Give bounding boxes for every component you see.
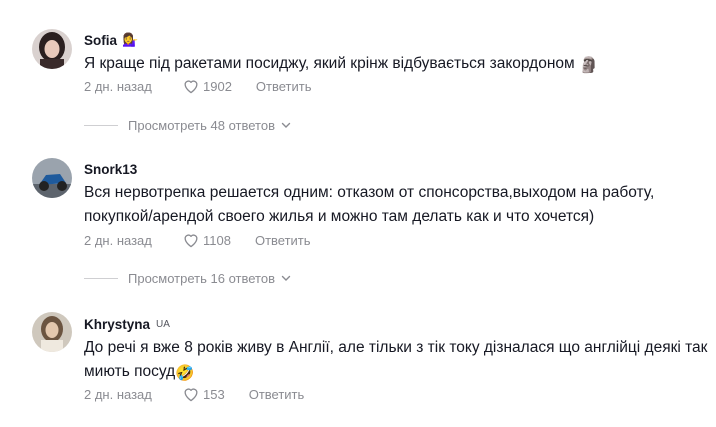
comment-date: 2 дн. назад	[84, 386, 152, 402]
heart-icon	[184, 80, 198, 94]
chevron-down-icon	[281, 275, 291, 281]
divider-line	[84, 124, 118, 126]
comment-date: 2 дн. назад	[84, 232, 152, 248]
username-row: Sofia 💁‍♀️	[84, 31, 138, 49]
chevron-down-icon	[281, 122, 291, 128]
comment-text-emoji: 🗿	[578, 57, 599, 74]
comment-text: Я краще під ракетами посиджу, який крінж…	[84, 52, 709, 78]
avatar[interactable]	[32, 312, 72, 352]
reply-button[interactable]: Ответить	[256, 79, 312, 94]
username[interactable]: Khrystyna	[84, 317, 150, 332]
username[interactable]: Snork13	[84, 162, 137, 177]
like-button[interactable]: 153	[182, 386, 225, 402]
comment-date: 2 дн. назад	[84, 78, 152, 94]
country-badge: UA	[156, 318, 170, 330]
heart-icon	[184, 388, 198, 402]
comment-meta: 2 дн. назад 1902 Ответить	[84, 76, 312, 96]
view-replies-button[interactable]: Просмотреть 48 ответов	[84, 115, 291, 135]
username-row: Snork13	[84, 160, 137, 178]
view-replies-label: Просмотреть 48 ответов	[128, 117, 275, 133]
username-row: Khrystyna UA	[84, 315, 170, 333]
comment-meta: 2 дн. назад 153 Ответить	[84, 384, 304, 404]
comment-text: До речі я вже 8 років живу в Англії, але…	[84, 336, 709, 386]
comment-text-emoji: 🤣	[175, 365, 195, 382]
comments-panel: Sofia 💁‍♀️ Я краще під ракетами посиджу,…	[0, 0, 716, 427]
view-replies-label: Просмотреть 16 ответов	[128, 270, 275, 286]
avatar[interactable]	[32, 29, 72, 69]
avatar[interactable]	[32, 158, 72, 198]
like-button[interactable]: 1108	[182, 232, 231, 248]
like-count: 153	[203, 386, 225, 402]
like-button[interactable]: 1902	[182, 78, 232, 94]
reply-button[interactable]: Ответить	[249, 387, 305, 402]
divider-line	[84, 277, 118, 279]
reply-button[interactable]: Ответить	[255, 233, 311, 248]
username-emoji: 💁‍♀️	[122, 32, 139, 47]
heart-icon	[184, 234, 198, 248]
like-count: 1902	[203, 78, 232, 94]
view-replies-button[interactable]: Просмотреть 16 ответов	[84, 268, 291, 288]
comment-meta: 2 дн. назад 1108 Ответить	[84, 230, 311, 250]
like-count: 1108	[203, 232, 231, 248]
username[interactable]: Sofia	[84, 33, 117, 48]
comment-text: Вся нервотрепка решается одним: отказом …	[84, 184, 659, 225]
comment-text-body: Я краще під ракетами посиджу, який крінж…	[84, 55, 575, 72]
